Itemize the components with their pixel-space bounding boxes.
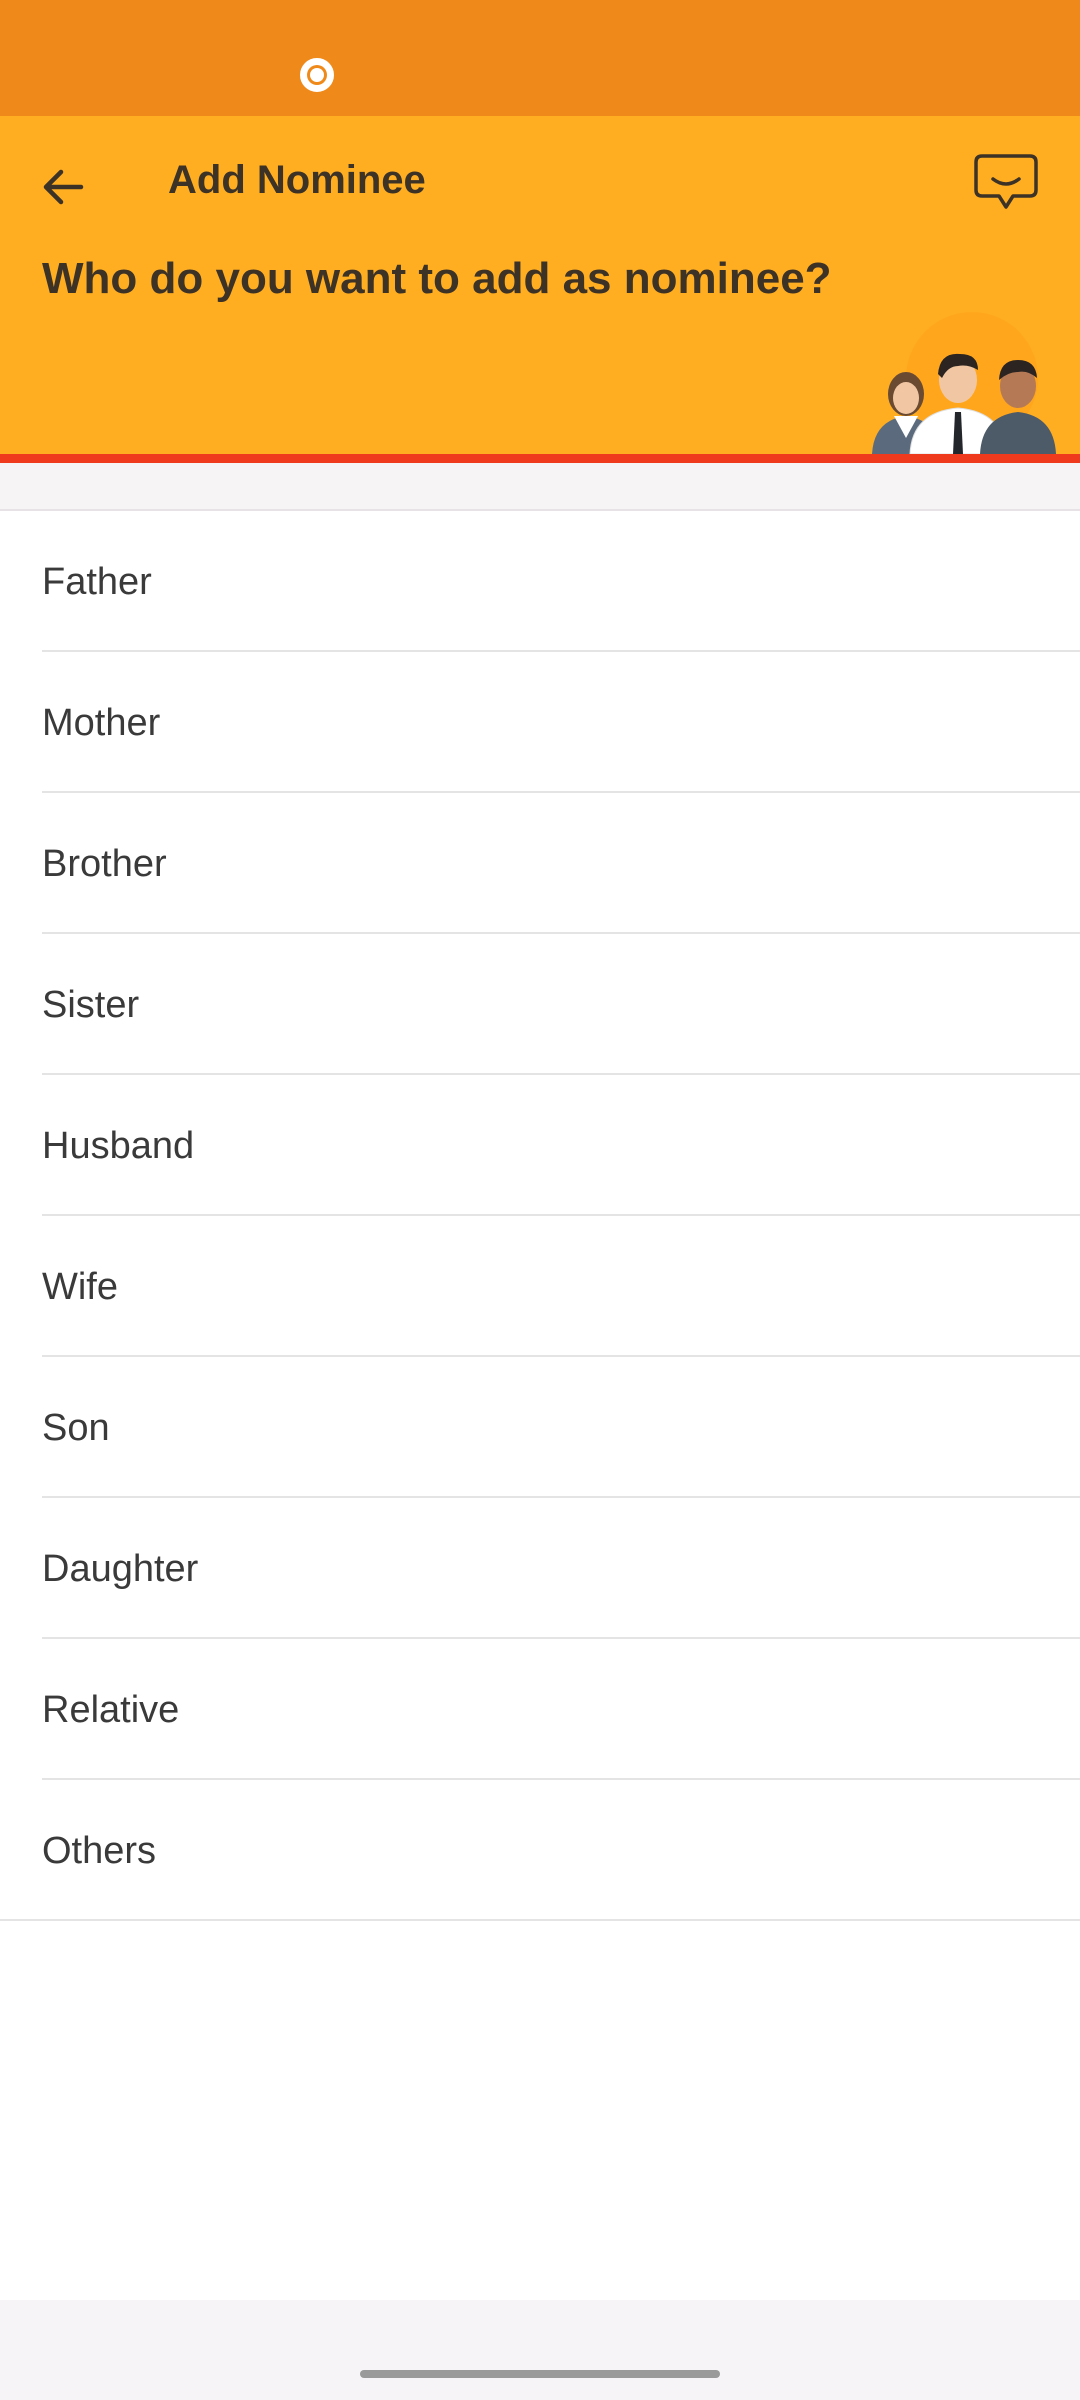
record-dot-icon [300, 58, 334, 92]
relation-item-wife[interactable]: Wife [0, 1216, 1080, 1357]
relation-label: Husband [42, 1125, 195, 1167]
relation-label: Others [42, 1830, 157, 1872]
relation-item-mother[interactable]: Mother [0, 652, 1080, 793]
app-header: Add Nominee Who do you want to add as no… [0, 116, 1080, 454]
home-indicator[interactable] [360, 2370, 720, 2378]
chat-button[interactable] [968, 148, 1044, 218]
arrow-left-icon [43, 169, 84, 205]
relation-list: Father Mother Brother Sister Husband Wif… [0, 511, 1080, 1921]
relation-label: Relative [42, 1689, 180, 1731]
relation-item-daughter[interactable]: Daughter [0, 1498, 1080, 1639]
header-accent-line [0, 454, 1080, 463]
people-illustration [872, 312, 1056, 454]
page-title: Add Nominee [168, 158, 426, 202]
list-spacer [0, 463, 1080, 511]
relation-item-brother[interactable]: Brother [0, 793, 1080, 934]
chat-bubble-icon [974, 154, 1038, 209]
relation-label: Son [42, 1407, 110, 1449]
relation-label: Brother [42, 843, 167, 885]
relation-item-husband[interactable]: Husband [0, 1075, 1080, 1216]
relation-item-father[interactable]: Father [0, 511, 1080, 652]
navigation-bar [0, 2300, 1080, 2400]
status-bar [0, 0, 1080, 116]
relation-label: Mother [42, 702, 161, 744]
relation-label: Sister [42, 984, 140, 1026]
relation-label: Daughter [42, 1548, 199, 1590]
relation-item-son[interactable]: Son [0, 1357, 1080, 1498]
back-button[interactable] [28, 152, 98, 222]
nominee-question: Who do you want to add as nominee? [42, 254, 832, 303]
relation-label: Wife [42, 1266, 118, 1308]
relation-item-others[interactable]: Others [0, 1780, 1080, 1921]
relation-item-relative[interactable]: Relative [0, 1639, 1080, 1780]
relation-label: Father [42, 561, 152, 603]
relation-item-sister[interactable]: Sister [0, 934, 1080, 1075]
